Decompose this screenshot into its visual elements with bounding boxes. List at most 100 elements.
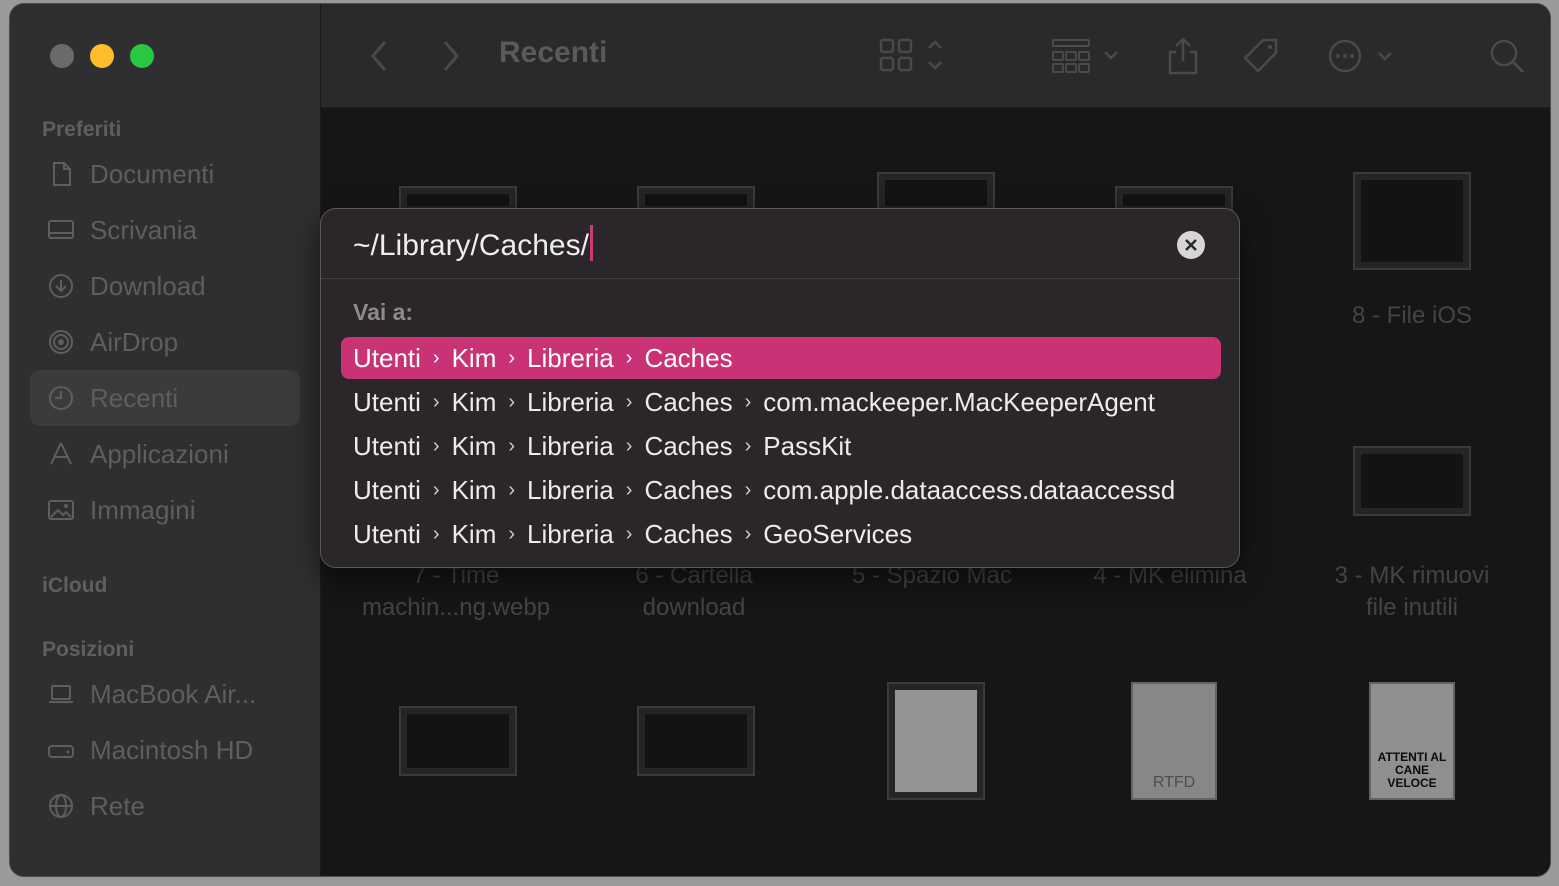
suggestion-row[interactable]: Utenti › Kim › Libreria › Caches [341,337,1221,379]
chevron-left-icon [371,41,387,71]
clock-icon [46,383,76,413]
toolbar: Recenti [321,4,1550,108]
desktop-icon [46,215,76,245]
separator-icon: › [508,346,516,369]
group-button[interactable] [1051,34,1123,78]
path-input[interactable]: ~/Library/Caches/ [353,225,593,263]
separator-icon: › [508,478,516,501]
path-part: Caches [644,342,733,373]
sidebar-item-label: Recenti [90,382,179,413]
document-icon [46,159,76,189]
sidebar-item-scrivania[interactable]: Scrivania [30,202,300,258]
path-part: Libreria [527,342,614,373]
path-part: Utenti [353,474,421,505]
path-part: Libreria [527,386,614,417]
suggestion-row[interactable]: Utenti › Kim › Libreria › Caches › com.apple… [341,469,1221,511]
separator-icon: › [625,346,633,369]
more-actions-button[interactable] [1327,34,1397,78]
search-icon [1490,39,1525,74]
maximize-button[interactable] [130,44,154,68]
sidebar-item-label: Rete [90,790,145,821]
separator-icon: › [432,522,440,545]
path-input-field[interactable]: ~/Library/Caches/ [321,209,1239,279]
path-part: Caches [644,386,733,417]
path-part: Kim [451,342,497,373]
path-part: Utenti [353,342,421,373]
clear-button[interactable] [1177,231,1205,259]
more-icon [1328,39,1392,73]
separator-icon: › [432,346,440,369]
search-button[interactable] [1487,34,1527,78]
path-part: Caches [644,430,733,461]
pictures-icon [46,495,76,525]
path-part: com.apple.dataaccess.dataaccessd [763,474,1176,505]
separator-icon: › [625,478,633,501]
separator-icon: › [508,390,516,413]
sidebar-item-airdrop[interactable]: AirDrop [30,314,300,370]
separator-icon: › [432,390,440,413]
path-input-value: ~/Library/Caches/ [353,229,589,262]
sidebar: Preferiti Documenti Scrivania Download A… [10,4,321,876]
drive-icon [46,735,76,765]
sidebar-item-label: Download [90,270,206,301]
chevron-right-icon [443,41,459,71]
go-to-folder-dialog: ~/Library/Caches/ Vai a: Utenti › Kim › Li… [320,208,1240,568]
sidebar-item-label: Documenti [90,158,215,189]
share-icon [1168,37,1198,75]
minimize-button[interactable] [90,44,114,68]
path-part: GeoServices [763,518,913,549]
separator-icon: › [625,390,633,413]
sidebar-item-macbook[interactable]: MacBook Air... [30,666,300,722]
path-part: Caches [644,474,733,505]
sidebar-section-favorites: Preferiti [42,118,122,141]
path-part: Kim [451,474,497,505]
applications-icon [46,439,76,469]
tag-button[interactable] [1241,34,1281,78]
close-button[interactable] [50,44,74,68]
suggestion-row[interactable]: Utenti › Kim › Libreria › Caches › com.macke… [341,381,1221,423]
path-part: Libreria [527,518,614,549]
separator-icon: › [744,390,752,413]
sidebar-item-rete[interactable]: Rete [30,778,300,834]
separator-icon: › [744,478,752,501]
sidebar-item-immagini[interactable]: Immagini [30,482,300,538]
close-icon [1185,239,1197,251]
sidebar-item-label: Immagini [90,494,196,525]
traffic-lights [50,44,154,68]
sidebar-section-icloud: iCloud [42,574,108,597]
sidebar-item-label: AirDrop [90,326,179,357]
path-part: Kim [451,430,497,461]
separator-icon: › [432,478,440,501]
sidebar-item-label: Macintosh HD [90,734,254,765]
sidebar-item-recenti[interactable]: Recenti [30,370,300,426]
share-button[interactable] [1165,34,1201,78]
sidebar-item-macintosh-hd[interactable]: Macintosh HD [30,722,300,778]
laptop-icon [46,679,76,709]
sidebar-item-label: Scrivania [90,214,197,245]
view-mode-button[interactable] [879,34,949,78]
suggestions-heading: Vai a: [353,299,414,325]
suggestion-row[interactable]: Utenti › Kim › Libreria › Caches › GeoServic… [341,513,1221,555]
path-part: com.mackeeper.MacKeeperAgent [763,386,1155,417]
back-button[interactable] [367,34,391,78]
tag-icon [1243,38,1278,73]
sidebar-item-documenti[interactable]: Documenti [30,146,300,202]
separator-icon: › [744,522,752,545]
separator-icon: › [432,434,440,457]
forward-button[interactable] [439,34,463,78]
suggestion-row[interactable]: Utenti › Kim › Libreria › Caches › PassKit [341,425,1221,467]
window-title: Recenti [499,36,608,69]
path-part: Caches [644,518,733,549]
globe-icon [46,791,76,821]
path-part: Utenti [353,518,421,549]
separator-icon: › [508,434,516,457]
path-part: Kim [451,386,497,417]
separator-icon: › [744,434,752,457]
group-icon [1052,39,1118,73]
sidebar-section-locations: Posizioni [42,638,135,661]
sidebar-item-download[interactable]: Download [30,258,300,314]
sidebar-item-applicazioni[interactable]: Applicazioni [30,426,300,482]
sidebar-item-label: MacBook Air... [90,678,257,709]
path-part: Utenti [353,386,421,417]
text-caret [589,225,593,261]
